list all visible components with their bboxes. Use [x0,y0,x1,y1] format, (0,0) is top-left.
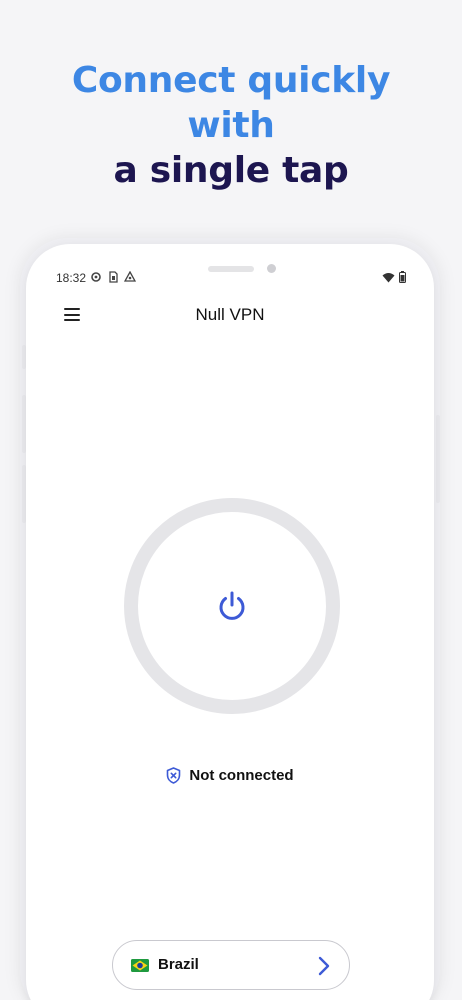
phone-camera [267,264,276,273]
headline-line-2: with [187,105,275,146]
wifi-icon [382,272,395,282]
status-bar: 18:32 [56,269,406,289]
chevron-right-icon [318,956,330,976]
app-title: Null VPN [195,305,265,324]
phone-speaker [208,266,254,272]
server-country-name: Brazil [158,956,199,973]
promo-headline: Connect quickly with a single tap [0,58,462,193]
status-time: 18:32 [56,271,87,285]
power-icon [219,591,245,620]
drive-icon [124,271,136,282]
brazil-flag-icon [131,959,149,972]
phone-screen: 18:32 Null VPN Not connected Brazil [26,244,434,1000]
status-icons-left [90,271,136,283]
connection-status-text: Not connected [189,766,294,784]
settings-gear-icon [91,272,101,282]
connect-button[interactable] [124,498,340,714]
phone-side-button-right [436,415,440,503]
sim-card-icon [109,271,118,283]
app-bar: Null VPN [26,300,434,332]
shield-x-icon [167,766,181,784]
status-icons-right [382,271,406,283]
battery-icon [399,271,406,283]
headline-line-3: a single tap [113,150,349,191]
connection-status: Not connected [26,764,434,786]
server-selector-button[interactable]: Brazil [112,940,350,990]
headline-line-1: Connect quickly [71,60,391,101]
